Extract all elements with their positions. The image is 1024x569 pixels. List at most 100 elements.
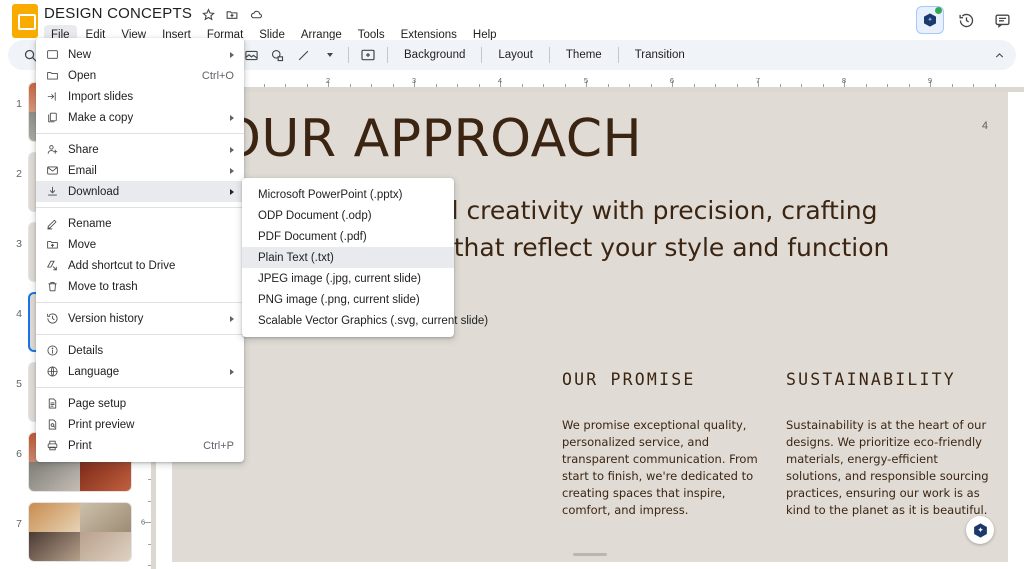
column-our-promise[interactable]: OUR PROMISE We promise exceptional quali… [562,370,767,519]
file-menu-dropdown[interactable]: NewOpenCtrl+OImport slides Make a copy Sha… [36,38,244,462]
slide-thumbnail-7[interactable] [28,502,132,562]
menu-item-label: Version history [66,313,222,325]
submenu-arrow-icon [230,52,234,58]
menu-item-label: Language [66,366,222,378]
menu-item-label: Make a copy [66,112,222,124]
column-sustainability[interactable]: SUSTAINABILITY Sustainability is at the … [786,370,991,519]
ruler-label: 9 [928,76,932,85]
menu-item-label: Details [66,345,234,357]
layout-button[interactable]: Layout [489,46,542,64]
page-title[interactable]: DESIGN CONCEPTS [44,4,192,24]
menu-item-make-a-copy[interactable]: Make a copy [36,107,244,128]
slide-number: 1 [4,82,22,110]
toolbar-divider-3 [387,47,388,63]
menu-item-share[interactable]: Share [36,139,244,160]
menu-item-version-history[interactable]: Version history [36,308,244,329]
download-option-png-image-png-current-slide[interactable]: PNG image (.png, current slide) [242,289,454,310]
menu-item-download[interactable]: Download [36,181,244,202]
column-heading: OUR PROMISE [562,370,767,389]
toolbar-divider-6 [618,47,619,63]
menu-item-email[interactable]: Email [36,160,244,181]
slide-title-text[interactable]: OUR APPROACH [220,110,642,168]
menu-item-new[interactable]: New [36,44,244,65]
new-slide-icon[interactable] [356,43,380,67]
menu-item-language[interactable]: Language [36,361,244,382]
shape-icon[interactable] [265,43,289,67]
download-option-microsoft-powerpoint-pptx[interactable]: Microsoft PowerPoint (.pptx) [242,184,454,205]
menu-item-open[interactable]: OpenCtrl+O [36,65,244,86]
download-icon [46,185,66,198]
slide-number: 6 [4,432,22,460]
print-preview-icon [46,418,66,431]
menu-separator [36,133,244,134]
download-option-jpeg-image-jpg-current-slide[interactable]: JPEG image (.jpg, current slide) [242,268,454,289]
slide-number: 3 [4,222,22,250]
slide-number: 7 [4,502,22,530]
transition-button[interactable]: Transition [626,46,694,64]
column-heading: SUSTAINABILITY [786,370,991,389]
list-item[interactable]: 7 [0,496,140,566]
line-dropdown-chevron-down-icon[interactable] [317,43,341,67]
folder-icon [46,69,66,82]
menu-item-label: Print preview [66,419,234,431]
ruler-label: 2 [326,76,330,85]
menu-separator [36,334,244,335]
background-button[interactable]: Background [395,46,474,64]
download-option-pdf-document-pdf[interactable]: PDF Document (.pdf) [242,226,454,247]
menu-item-move[interactable]: Move [36,234,244,255]
submenu-arrow-icon [230,189,234,195]
gemini-spark-icon[interactable] [966,516,994,544]
submenu-arrow-icon [230,147,234,153]
menu-item-print-preview[interactable]: Print preview [36,414,244,435]
star-icon[interactable] [202,8,215,21]
download-option-scalable-vector-graphics-svg-current-slide[interactable]: Scalable Vector Graphics (.svg, current … [242,310,454,331]
move-to-folder-icon[interactable] [225,8,239,21]
download-option-label: PNG image (.png, current slide) [256,294,444,306]
menu-item-label: Move [66,239,234,251]
download-option-label: Microsoft PowerPoint (.pptx) [256,189,444,201]
gemini-status-dot [935,7,942,14]
download-option-label: ODP Document (.odp) [256,210,444,222]
chevron-up-icon[interactable] [993,49,1006,62]
line-icon[interactable] [291,43,315,67]
theme-button[interactable]: Theme [557,46,611,64]
slide-number: 5 [4,362,22,390]
move-folder-icon [46,238,66,251]
new-icon [46,48,66,61]
submenu-arrow-icon [230,316,234,322]
copy-icon [46,111,66,124]
download-option-label: JPEG image (.jpg, current slide) [256,273,444,285]
gemini-spark-icon[interactable] [916,6,944,34]
slide-bottom-accent [573,553,607,556]
menu-item-print[interactable]: PrintCtrl+P [36,435,244,456]
version-history-icon[interactable] [952,6,980,34]
cloud-saved-icon[interactable] [249,8,264,21]
menu-separator [36,387,244,388]
menu-item-label: Page setup [66,398,234,410]
menu-item-import-slides[interactable]: Import slides [36,86,244,107]
slide-number: 2 [4,152,22,180]
menu-item-move-to-trash[interactable]: Move to trash [36,276,244,297]
menu-separator [36,302,244,303]
menu-item-rename[interactable]: Rename [36,213,244,234]
menu-item-page-setup[interactable]: Page setup [36,393,244,414]
download-option-plain-text-txt[interactable]: Plain Text (.txt) [242,247,454,268]
trash-icon [46,280,66,293]
horizontal-ruler[interactable]: 123456789 [140,76,1024,92]
download-submenu[interactable]: Microsoft PowerPoint (.pptx) ODP Document… [242,178,454,337]
menu-item-label: Move to trash [66,281,234,293]
submenu-arrow-icon [230,369,234,375]
comment-icon[interactable] [988,6,1016,34]
download-option-odp-document-odp[interactable]: ODP Document (.odp) [242,205,454,226]
ruler-label: 4 [498,76,502,85]
menu-item-label: Download [66,186,222,198]
menu-item-details[interactable]: Details [36,340,244,361]
menu-item-label: Rename [66,218,234,230]
menu-item-shortcut: Ctrl+P [193,440,234,452]
title-bar-actions [916,6,1016,34]
thumbnail-collage [29,503,131,561]
ruler-label-vertical: 6 [141,518,145,527]
menu-item-add-shortcut-to-drive[interactable]: Add shortcut to Drive [36,255,244,276]
menu-item-shortcut: Ctrl+O [192,70,234,82]
globe-icon [46,365,66,378]
